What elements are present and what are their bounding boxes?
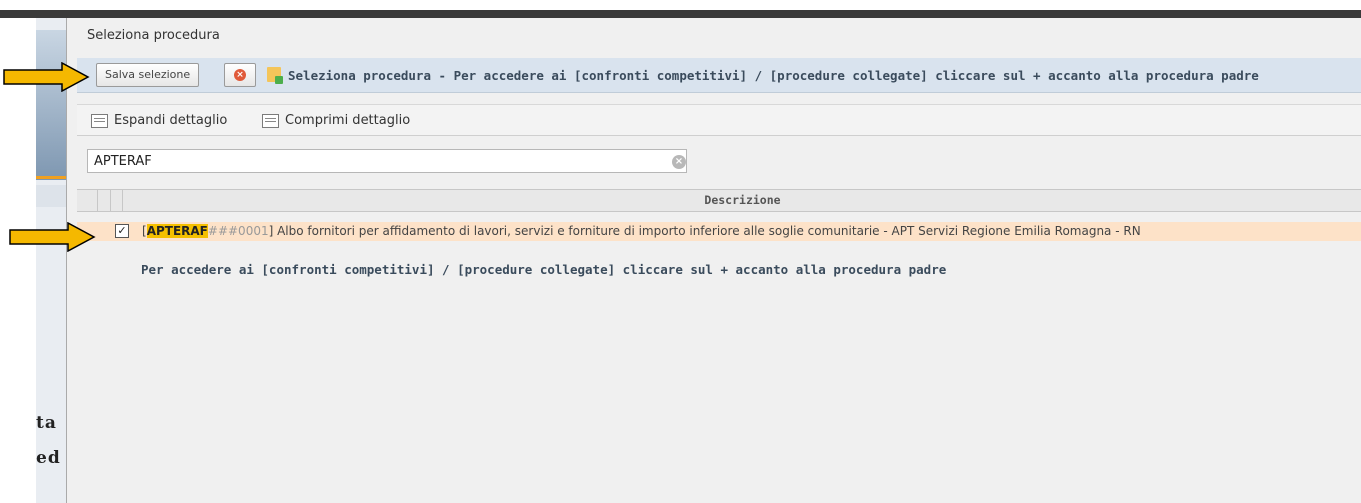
select-procedure-dialog: Seleziona procedura Salva selezione × Se… (66, 18, 1361, 503)
description-column-header[interactable]: Descrizione (123, 190, 1361, 211)
collapse-details-label: Comprimi dettaglio (285, 113, 411, 128)
row-description-text: ] Albo fornitori per affidamento di lavo… (268, 224, 1141, 238)
procedure-folder-icon (267, 67, 283, 84)
table-row[interactable]: ✓ [APTERAF###0001] Albo fornitori per af… (77, 222, 1361, 241)
expander-column-header (97, 190, 111, 211)
row-checkbox[interactable]: ✓ (115, 224, 129, 238)
detail-toggle-bar: Espandi dettaglio Comprimi dettaglio (77, 104, 1361, 136)
background-text: ed (36, 448, 61, 468)
background-accent-line (36, 176, 66, 179)
save-selection-button[interactable]: Salva selezione (96, 63, 200, 87)
annotation-arrow-icon (3, 62, 90, 92)
expand-details-label: Espandi dettaglio (114, 113, 228, 128)
row-description: [APTERAF###0001] Albo fornitori per affi… (142, 224, 1141, 238)
expand-details-button[interactable]: Espandi dettaglio (91, 113, 227, 128)
expand-icon (91, 113, 108, 128)
collapse-icon (262, 113, 279, 128)
grid-header: Descrizione (77, 189, 1361, 212)
row-code-highlight: APTERAF (146, 224, 208, 238)
search-input[interactable]: APTERAF (87, 149, 687, 173)
clear-search-icon[interactable]: × (672, 155, 686, 169)
background-tab (36, 185, 66, 207)
row-code-suffix: ###0001 (207, 224, 269, 238)
cancel-button[interactable]: × (224, 63, 256, 87)
dialog-toolbar: Salva selezione × Seleziona procedura - … (77, 58, 1361, 93)
dialog-title: Seleziona procedura (87, 28, 220, 43)
background-header-bar (0, 10, 1361, 18)
collapse-details-button[interactable]: Comprimi dettaglio (262, 113, 410, 128)
footer-instructions: Per accedere ai [confronti competitivi] … (141, 262, 947, 277)
annotation-arrow-icon (9, 222, 96, 252)
cancel-icon: × (234, 69, 246, 81)
background-banner (36, 30, 66, 180)
background-text: ta (36, 413, 57, 433)
row-code-bracket: [ (142, 224, 147, 238)
toolbar-instructions: Seleziona procedura - Per accedere ai [c… (288, 68, 1259, 83)
